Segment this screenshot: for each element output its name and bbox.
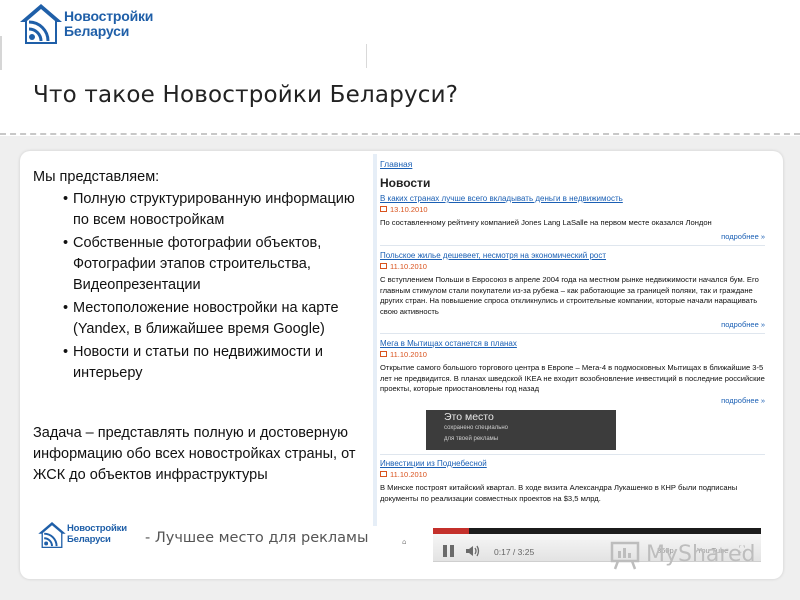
news-date: 13.10.2010 (380, 205, 765, 214)
news-summary: С вступлением Польши в Евросоюз в апреле… (380, 275, 759, 316)
divider (0, 36, 2, 70)
bottom-logo: Новостройки Беларуси (37, 520, 132, 552)
calendar-icon (380, 351, 387, 357)
pause-icon[interactable] (443, 545, 455, 557)
news-title-link[interactable]: Инвестиции из Поднебесной (380, 459, 765, 468)
house-logo-icon (38, 521, 66, 549)
news-site-screenshot: Главная Новости В каких странах лучше вс… (373, 154, 773, 526)
list-item-text: Собственные фотографии объектов, Фотогра… (73, 235, 322, 293)
logo-line1: Новостройки (67, 523, 127, 534)
news-date-text: 11.10.2010 (390, 350, 427, 359)
news-summary: В Минске построят китайский квартал. В х… (380, 483, 738, 503)
ad-placeholder[interactable]: Это место сохранено специально для твоей… (426, 410, 616, 450)
news-title-link[interactable]: Польское жилье дешевеет, несмотря на эко… (380, 251, 765, 260)
watermark: MyShared (610, 538, 770, 574)
calendar-icon (380, 263, 387, 269)
list-item: • Местоположение новостройки на карте (Ya… (63, 298, 363, 340)
breadcrumb[interactable]: Главная (380, 159, 412, 169)
logo-line2: Беларуси (67, 533, 111, 545)
logo-line2: Беларуси (64, 23, 130, 39)
list-item-text: Местоположение новостройки на карте (Yan… (73, 300, 339, 337)
news-date-text: 11.10.2010 (390, 262, 427, 271)
calendar-icon (380, 206, 387, 212)
more-link[interactable]: подробнее » (721, 232, 765, 241)
news-heading: Новости (380, 176, 431, 190)
player-time: 0:17 / 3:25 (494, 547, 535, 557)
list-item-text: Полную структурированную информацию по в… (73, 191, 355, 228)
page-title: Что такое Новостройки Беларуси? (33, 82, 459, 108)
slide: Новостройки Беларуси Что такое Новострой… (0, 0, 800, 600)
logo: Новостройки Беларуси (18, 2, 168, 46)
news-date-text: 11.10.2010 (390, 470, 427, 479)
list-item-text: Новости и статьи по недвижимости и интер… (73, 344, 323, 381)
presentation-board-icon (610, 541, 640, 570)
intro-text: Мы представляем: (33, 169, 160, 185)
slogan: - Лучшее место для рекламы (145, 530, 369, 546)
news-item: В каких странах лучше всего вкладывать д… (380, 194, 765, 229)
list-item: • Полную структурированную информацию по … (63, 189, 363, 231)
bullet-icon: • (63, 300, 69, 316)
speaker-icon (466, 545, 480, 557)
list-item: • Новости и статьи по недвижимости и инте… (63, 342, 363, 384)
news-item: Мега в Мытищах останется в планах 11.10.… (380, 339, 765, 395)
news-title-link[interactable]: В каких странах лучше всего вкладывать д… (380, 194, 765, 203)
more-link[interactable]: подробнее » (721, 320, 765, 329)
news-item: Польское жилье дешевеет, несмотря на эко… (380, 251, 765, 317)
calendar-icon (380, 471, 387, 477)
dashed-divider (0, 133, 800, 135)
home-icon: ⌂ (402, 538, 407, 546)
list-item: • Собственные фотографии объектов, Фотогр… (63, 233, 363, 296)
ad-line2: сохранено специально (444, 425, 508, 431)
divider (366, 44, 367, 68)
ad-text: Это место сохранено специально для твоей… (444, 412, 508, 445)
ad-line3: для твоей рекламы (444, 436, 499, 442)
news-summary: По составленному рейтингу компанией Jone… (380, 218, 712, 227)
divider (380, 333, 765, 334)
news-date: 11.10.2010 (380, 262, 765, 271)
sidebar-strip (373, 154, 377, 526)
logo-text: Новостройки Беларуси (64, 9, 153, 39)
more-link[interactable]: подробнее » (721, 396, 765, 405)
bullet-icon: • (63, 191, 69, 207)
ad-line1: Это место (444, 411, 494, 423)
divider (380, 245, 765, 246)
news-date: 11.10.2010 (380, 350, 765, 359)
volume-icon[interactable] (465, 544, 483, 558)
news-date-text: 13.10.2010 (390, 205, 428, 214)
house-logo-icon (20, 4, 62, 44)
bullet-icon: • (63, 344, 69, 360)
news-summary: Открытие самого большого торгового центр… (380, 363, 765, 393)
news-title-link[interactable]: Мега в Мытищах останется в планах (380, 339, 765, 348)
task-text: Задача – представлять полную и достоверн… (33, 425, 356, 483)
bullet-icon: • (63, 235, 69, 251)
watermark-text: MyShared (646, 542, 756, 567)
logo-text: Новостройки Беларуси (67, 523, 127, 545)
news-date: 11.10.2010 (380, 470, 765, 479)
news-item: Инвестиции из Поднебесной 11.10.2010 В М… (380, 459, 765, 504)
divider (380, 454, 765, 455)
feature-list: • Полную структурированную информацию по … (63, 189, 363, 386)
logo-line1: Новостройки (64, 8, 154, 24)
